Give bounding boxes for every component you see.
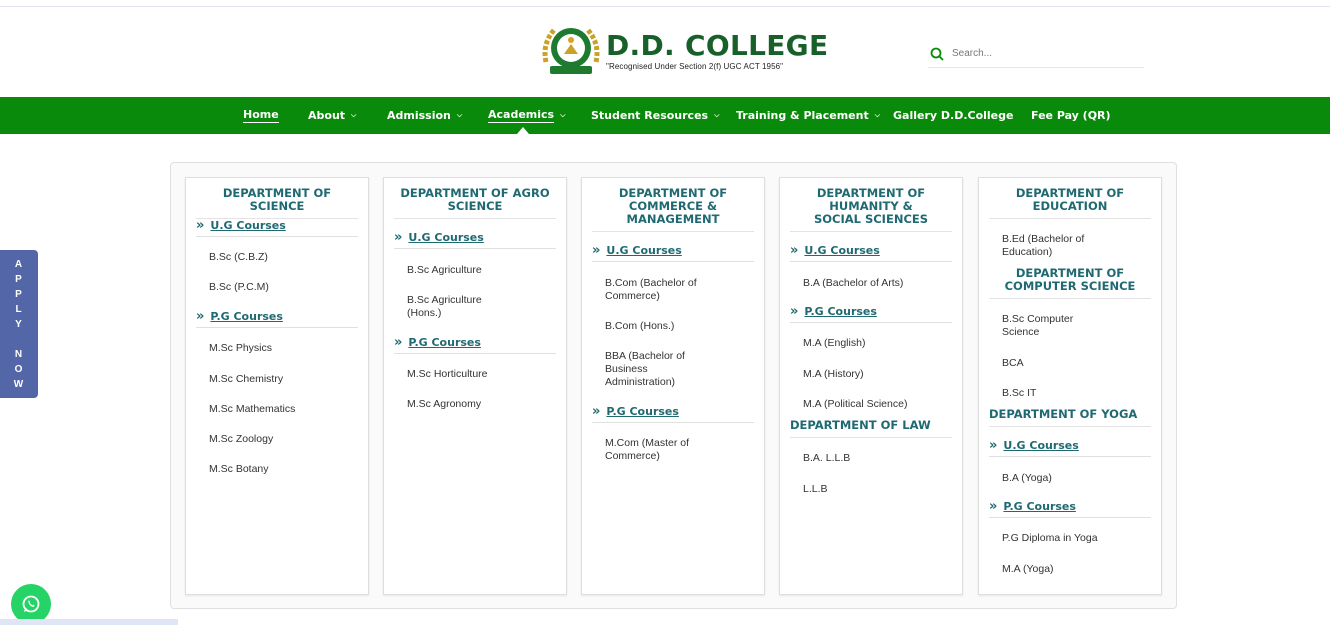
double-arrow-icon: » <box>196 309 205 324</box>
dept-yoga-title: DEPARTMENT OF YOGA <box>989 408 1151 427</box>
chevron-down-icon: ⌵ <box>714 111 720 119</box>
chevron-down-icon: ⌵ <box>560 111 566 119</box>
pg-courses-link[interactable]: » P.G Courses <box>196 309 358 328</box>
chevron-down-icon: ⌵ <box>456 111 463 119</box>
nav-about[interactable]: About ⌵ <box>308 97 356 134</box>
ug-courses-link[interactable]: » U.G Courses <box>394 230 556 249</box>
top-divider <box>0 6 1330 7</box>
course-link[interactable]: M.Sc Botany <box>209 463 349 476</box>
course-link[interactable]: M.Sc Zoology <box>209 433 349 446</box>
course-link[interactable]: M.Sc Horticulture <box>407 368 547 381</box>
course-link[interactable]: L.L.B <box>803 483 943 496</box>
course-link[interactable]: BBA (Bachelor of Business Administration… <box>605 350 700 389</box>
course-link[interactable]: M.A (History) <box>803 368 943 381</box>
course-link[interactable]: B.Sc (P.C.M) <box>209 281 349 294</box>
course-link[interactable]: B.A (Bachelor of Arts) <box>803 277 943 290</box>
double-arrow-icon: » <box>196 218 205 233</box>
course-link[interactable]: BCA <box>1002 357 1142 370</box>
dept-commerce-column: DEPARTMENT OF COMMERCE & MANAGEMENT » U.G… <box>581 177 765 595</box>
academics-mega-menu: DEPARTMENT OF SCIENCE » U.G Courses B.Sc … <box>170 162 1177 609</box>
search-bar[interactable] <box>928 40 1144 68</box>
search-icon[interactable] <box>930 47 944 61</box>
course-link[interactable]: M.Sc Agronomy <box>407 398 547 411</box>
double-arrow-icon: » <box>790 243 799 258</box>
college-name: D.D. COLLEGE <box>606 29 829 62</box>
course-link[interactable]: M.A (English) <box>803 337 943 350</box>
nav-gallery[interactable]: Gallery D.D.College <box>893 97 1013 134</box>
course-link[interactable]: B.A. L.L.B <box>803 452 943 465</box>
ug-courses-link[interactable]: » U.G Courses <box>790 243 952 262</box>
course-link[interactable]: M.Sc Physics <box>209 342 349 355</box>
pg-courses-link[interactable]: » P.G Courses <box>394 335 556 354</box>
course-link[interactable]: M.A (Yoga) <box>1002 563 1142 576</box>
college-tagline: "Recognised Under Section 2(f) UGC ACT 1… <box>606 62 784 71</box>
dept-humanity-title: DEPARTMENT OF HUMANITY & SOCIAL SCIENCES <box>790 187 952 232</box>
nav-training-placement[interactable]: Training & Placement ⌵ <box>736 97 880 134</box>
college-emblem-icon <box>540 22 602 80</box>
dept-education-title: DEPARTMENT OF EDUCATION <box>989 187 1151 219</box>
bottom-bar <box>0 619 178 625</box>
double-arrow-icon: » <box>394 230 403 245</box>
dept-computer-science-title: DEPARTMENT OF COMPUTER SCIENCE <box>989 267 1151 299</box>
course-link[interactable]: M.Com (Master of Commerce) <box>605 437 705 463</box>
college-logo[interactable]: D.D. COLLEGE "Recognised Under Section 2… <box>540 22 828 80</box>
dept-education-column: DEPARTMENT OF EDUCATION B.Ed (Bachelor o… <box>978 177 1162 595</box>
course-link[interactable]: B.Ed (Bachelor of Education) <box>1002 233 1102 259</box>
course-link[interactable]: M.A (Political Science) <box>803 398 943 411</box>
double-arrow-icon: » <box>592 243 601 258</box>
apply-now-button[interactable]: A P P L Y N O W <box>0 250 38 398</box>
dept-agro-title: DEPARTMENT OF AGRO SCIENCE <box>394 187 556 219</box>
course-link[interactable]: B.Com (Bachelor of Commerce) <box>605 277 705 303</box>
pg-courses-link[interactable]: » P.G Courses <box>989 499 1151 518</box>
course-link[interactable]: B.Com (Hons.) <box>605 320 745 333</box>
course-link[interactable]: B.Sc Agriculture (Hons.) <box>407 294 497 320</box>
dept-commerce-title: DEPARTMENT OF COMMERCE & MANAGEMENT <box>592 187 754 232</box>
pg-courses-link[interactable]: » P.G Courses <box>592 404 754 423</box>
nav-fee-pay[interactable]: Fee Pay (QR) <box>1031 97 1111 134</box>
dept-agro-column: DEPARTMENT OF AGRO SCIENCE » U.G Courses … <box>383 177 567 595</box>
course-link[interactable]: B.A (Yoga) <box>1002 472 1142 485</box>
double-arrow-icon: » <box>592 404 601 419</box>
dept-humanity-column: DEPARTMENT OF HUMANITY & SOCIAL SCIENCES… <box>779 177 963 595</box>
nav-home[interactable]: Home <box>243 97 279 134</box>
chevron-down-icon: ⌵ <box>351 111 357 119</box>
ug-courses-link[interactable]: » U.G Courses <box>196 218 358 237</box>
dropdown-caret <box>517 127 529 134</box>
ug-courses-link[interactable]: » U.G Courses <box>989 438 1151 457</box>
double-arrow-icon: » <box>989 438 998 453</box>
course-link[interactable]: B.Sc IT <box>1002 387 1142 400</box>
whatsapp-button[interactable] <box>11 584 51 624</box>
course-link[interactable]: B.Sc Computer Science <box>1002 313 1102 339</box>
nav-student-resources[interactable]: Student Resources ⌵ <box>591 97 719 134</box>
course-link[interactable]: M.Sc Mathematics <box>209 403 349 416</box>
main-nav: Home About ⌵ Admission ⌵ Academics ⌵ Studen… <box>0 97 1330 134</box>
chevron-down-icon: ⌵ <box>874 111 881 119</box>
course-link[interactable]: B.Sc (C.B.Z) <box>209 251 349 264</box>
double-arrow-icon: » <box>989 499 998 514</box>
course-link[interactable]: P.G Diploma in Yoga <box>1002 532 1142 545</box>
whatsapp-icon <box>22 595 40 613</box>
pg-courses-link[interactable]: » P.G Courses <box>790 304 952 323</box>
dept-science-title: DEPARTMENT OF SCIENCE <box>196 187 358 219</box>
double-arrow-icon: » <box>394 335 403 350</box>
dept-law-title: DEPARTMENT OF LAW <box>790 419 952 438</box>
course-link[interactable]: B.Sc Agriculture <box>407 264 547 277</box>
search-input[interactable] <box>952 48 1132 59</box>
double-arrow-icon: » <box>790 304 799 319</box>
ug-courses-link[interactable]: » U.G Courses <box>592 243 754 262</box>
course-link[interactable]: M.Sc Chemistry <box>209 373 349 386</box>
nav-admission[interactable]: Admission ⌵ <box>387 97 462 134</box>
dept-science-column: DEPARTMENT OF SCIENCE » U.G Courses B.Sc … <box>185 177 369 595</box>
